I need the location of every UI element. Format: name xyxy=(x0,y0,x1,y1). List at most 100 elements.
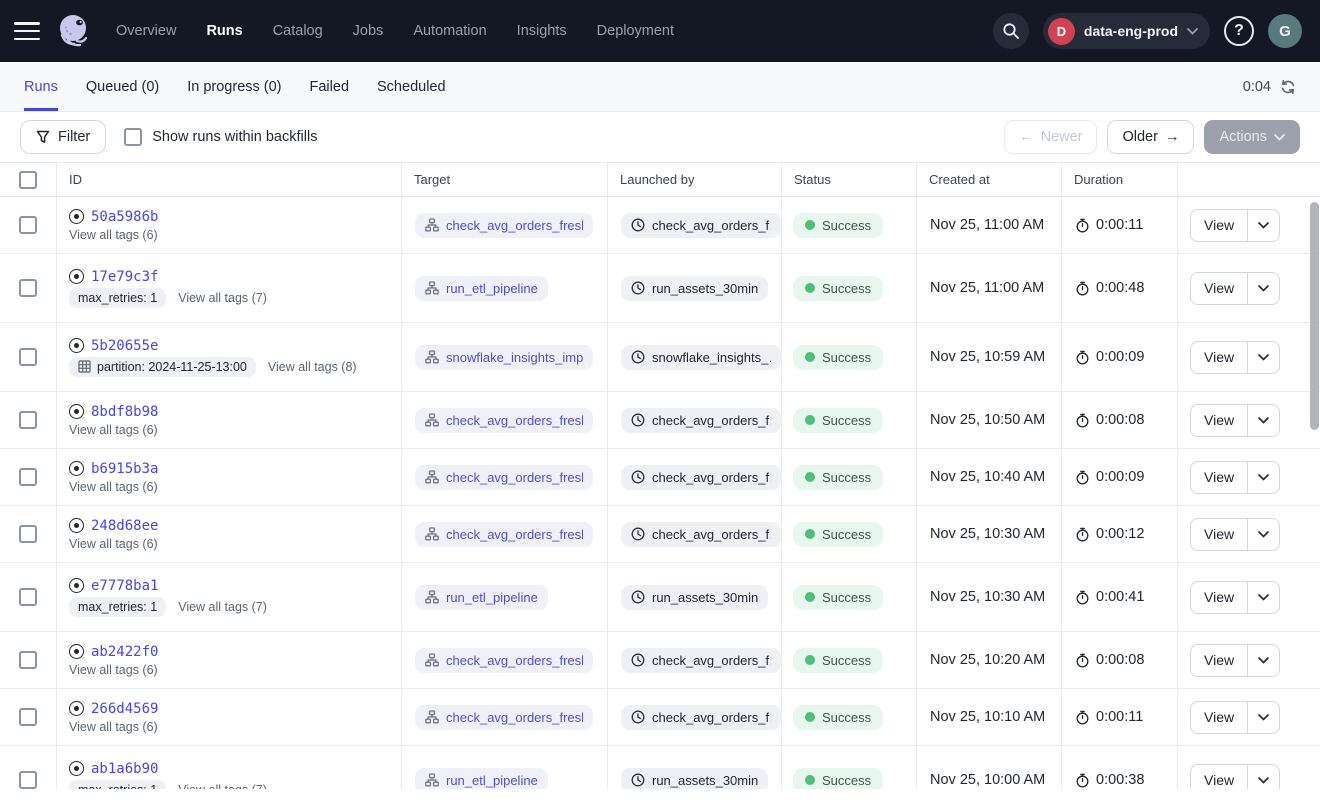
target-pill[interactable]: check_avg_orders_freshne xyxy=(415,648,593,673)
scrollbar[interactable] xyxy=(1310,201,1319,785)
row-checkbox[interactable] xyxy=(19,468,37,486)
view-all-tags-link[interactable]: View all tags (6) xyxy=(69,537,158,551)
row-checkbox[interactable] xyxy=(19,525,37,543)
view-all-tags-link[interactable]: View all tags (7) xyxy=(178,783,267,790)
select-all-checkbox[interactable] xyxy=(19,171,37,189)
older-button[interactable]: Older→ xyxy=(1107,120,1194,154)
target-pill[interactable]: check_avg_orders_freshne xyxy=(415,213,593,238)
view-all-tags-link[interactable]: View all tags (6) xyxy=(69,720,158,734)
launched-by-pill[interactable]: check_avg_orders_f… xyxy=(621,465,781,490)
view-run-dropdown-button[interactable] xyxy=(1248,644,1280,677)
launched-by-pill[interactable]: check_avg_orders_f… xyxy=(621,705,781,730)
run-id-link[interactable]: 17e79c3f xyxy=(91,269,158,285)
nav-item-automation[interactable]: Automation xyxy=(413,23,486,39)
nav-item-jobs[interactable]: Jobs xyxy=(353,23,384,39)
run-id-link[interactable]: 50a5986b xyxy=(91,209,158,225)
view-all-tags-link[interactable]: View all tags (8) xyxy=(268,360,357,374)
run-id-link[interactable]: ab2422f0 xyxy=(91,644,158,660)
nav-item-deployment[interactable]: Deployment xyxy=(597,23,674,39)
tab-failed[interactable]: Failed xyxy=(310,62,350,111)
target-pill[interactable]: check_avg_orders_freshne xyxy=(415,522,593,547)
show-backfills-checkbox[interactable] xyxy=(124,128,142,146)
view-run-button[interactable]: View xyxy=(1190,518,1248,551)
view-run-dropdown-button[interactable] xyxy=(1248,764,1280,790)
view-run-button[interactable]: View xyxy=(1190,209,1248,242)
tab-runs[interactable]: Runs xyxy=(24,62,58,111)
actions-button[interactable]: Actions xyxy=(1204,120,1300,154)
nav-item-catalog[interactable]: Catalog xyxy=(273,23,323,39)
launched-by-pill[interactable]: snowflake_insights_… xyxy=(621,345,781,370)
view-all-tags-link[interactable]: View all tags (6) xyxy=(69,423,158,437)
tag-pill[interactable]: max_retries: 1 xyxy=(69,780,166,790)
run-id-link[interactable]: 5b20655e xyxy=(91,338,158,354)
run-id-link[interactable]: b6915b3a xyxy=(91,461,158,477)
target-pill[interactable]: check_avg_orders_freshne xyxy=(415,408,593,433)
view-run-button[interactable]: View xyxy=(1190,701,1248,734)
target-pill[interactable]: check_avg_orders_freshne xyxy=(415,705,593,730)
row-checkbox[interactable] xyxy=(19,216,37,234)
tag-pill[interactable]: max_retries: 1 xyxy=(69,288,166,308)
view-run-dropdown-button[interactable] xyxy=(1248,461,1280,494)
target-pill[interactable]: check_avg_orders_freshne xyxy=(415,465,593,490)
row-checkbox[interactable] xyxy=(19,411,37,429)
view-run-dropdown-button[interactable] xyxy=(1248,518,1280,551)
newer-button[interactable]: ←Newer xyxy=(1004,120,1097,154)
tag-pill[interactable]: partition: 2024-11-25-13:00 xyxy=(69,357,256,377)
tab-scheduled[interactable]: Scheduled xyxy=(377,62,446,111)
nav-item-overview[interactable]: Overview xyxy=(116,23,176,39)
deployment-switcher[interactable]: D data-eng-prod xyxy=(1043,13,1210,49)
row-checkbox[interactable] xyxy=(19,651,37,669)
tag-pill[interactable]: max_retries: 1 xyxy=(69,597,166,617)
nav-item-insights[interactable]: Insights xyxy=(517,23,567,39)
launched-by-pill[interactable]: check_avg_orders_f… xyxy=(621,648,781,673)
target-pill[interactable]: run_etl_pipeline xyxy=(415,276,548,301)
view-run-button[interactable]: View xyxy=(1190,581,1248,614)
view-all-tags-link[interactable]: View all tags (6) xyxy=(69,663,158,677)
target-pill[interactable]: run_etl_pipeline xyxy=(415,768,548,790)
run-id-link[interactable]: 266d4569 xyxy=(91,701,158,717)
view-run-button[interactable]: View xyxy=(1190,764,1248,790)
target-pill[interactable]: snowflake_insights_import xyxy=(415,345,593,370)
view-run-dropdown-button[interactable] xyxy=(1248,341,1280,374)
view-all-tags-link[interactable]: View all tags (6) xyxy=(69,228,158,242)
hamburger-menu-icon[interactable] xyxy=(14,22,40,40)
launched-by-pill[interactable]: check_avg_orders_f… xyxy=(621,522,781,547)
target-pill[interactable]: run_etl_pipeline xyxy=(415,585,548,610)
tab-queued-0[interactable]: Queued (0) xyxy=(86,62,159,111)
row-checkbox[interactable] xyxy=(19,771,37,789)
view-run-dropdown-button[interactable] xyxy=(1248,701,1280,734)
nav-item-runs[interactable]: Runs xyxy=(206,23,242,39)
row-checkbox[interactable] xyxy=(19,588,37,606)
view-run-button[interactable]: View xyxy=(1190,272,1248,305)
scrollbar-thumb[interactable] xyxy=(1310,202,1319,430)
help-button[interactable]: ? xyxy=(1224,16,1254,46)
view-run-button[interactable]: View xyxy=(1190,404,1248,437)
view-all-tags-link[interactable]: View all tags (7) xyxy=(178,291,267,305)
view-run-button[interactable]: View xyxy=(1190,461,1248,494)
view-run-button[interactable]: View xyxy=(1190,644,1248,677)
run-id-link[interactable]: 8bdf8b98 xyxy=(91,404,158,420)
row-checkbox[interactable] xyxy=(19,348,37,366)
view-run-dropdown-button[interactable] xyxy=(1248,272,1280,305)
dagster-logo-icon[interactable] xyxy=(54,11,94,51)
launched-by-pill[interactable]: run_assets_30min xyxy=(621,276,768,301)
view-run-dropdown-button[interactable] xyxy=(1248,404,1280,437)
run-id-link[interactable]: ab1a6b90 xyxy=(91,761,158,777)
run-id-link[interactable]: 248d68ee xyxy=(91,518,158,534)
launched-by-pill[interactable]: check_avg_orders_f… xyxy=(621,408,781,433)
search-button[interactable] xyxy=(993,13,1029,49)
view-all-tags-link[interactable]: View all tags (7) xyxy=(178,600,267,614)
view-run-dropdown-button[interactable] xyxy=(1248,209,1280,242)
filter-button[interactable]: Filter xyxy=(20,120,106,154)
refresh-icon[interactable] xyxy=(1280,79,1296,95)
row-checkbox[interactable] xyxy=(19,279,37,297)
user-avatar[interactable]: G xyxy=(1268,14,1302,48)
run-id-link[interactable]: e7778ba1 xyxy=(91,578,158,594)
launched-by-pill[interactable]: run_assets_30min xyxy=(621,585,768,610)
row-checkbox[interactable] xyxy=(19,708,37,726)
tab-in-progress-0[interactable]: In progress (0) xyxy=(187,62,281,111)
view-all-tags-link[interactable]: View all tags (6) xyxy=(69,480,158,494)
view-run-dropdown-button[interactable] xyxy=(1248,581,1280,614)
launched-by-pill[interactable]: check_avg_orders_f… xyxy=(621,213,781,238)
view-run-button[interactable]: View xyxy=(1190,341,1248,374)
